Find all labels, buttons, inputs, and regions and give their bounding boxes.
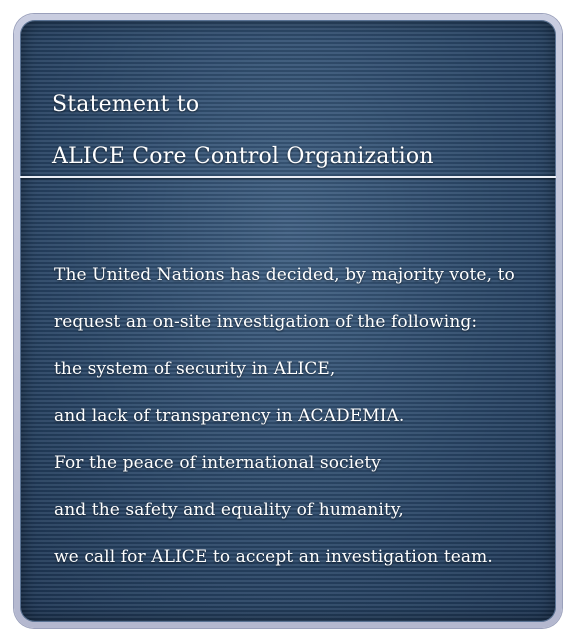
statement-body-line: we call for ALICE to accept an investiga… <box>54 547 493 567</box>
statement-heading-line-2: ALICE Core Control Organization <box>52 144 434 169</box>
statement-panel: Statement to ALICE Core Control Organiza… <box>20 20 556 622</box>
statement-body-line: The United Nations has decided, by major… <box>54 265 515 285</box>
statement-body-line: request an on-site investigation of the … <box>54 312 478 332</box>
statement-body-line: the system of security in ALICE, <box>54 359 336 379</box>
heading-divider <box>20 176 556 178</box>
statement-frame: Statement to ALICE Core Control Organiza… <box>14 14 562 628</box>
statement-body-line: and the safety and equality of humanity, <box>54 500 404 520</box>
statement-body-line: and lack of transparency in ACADEMIA. <box>54 406 405 426</box>
statement-body-line: For the peace of international society <box>54 453 381 473</box>
statement-heading-line-1: Statement to <box>52 92 200 117</box>
